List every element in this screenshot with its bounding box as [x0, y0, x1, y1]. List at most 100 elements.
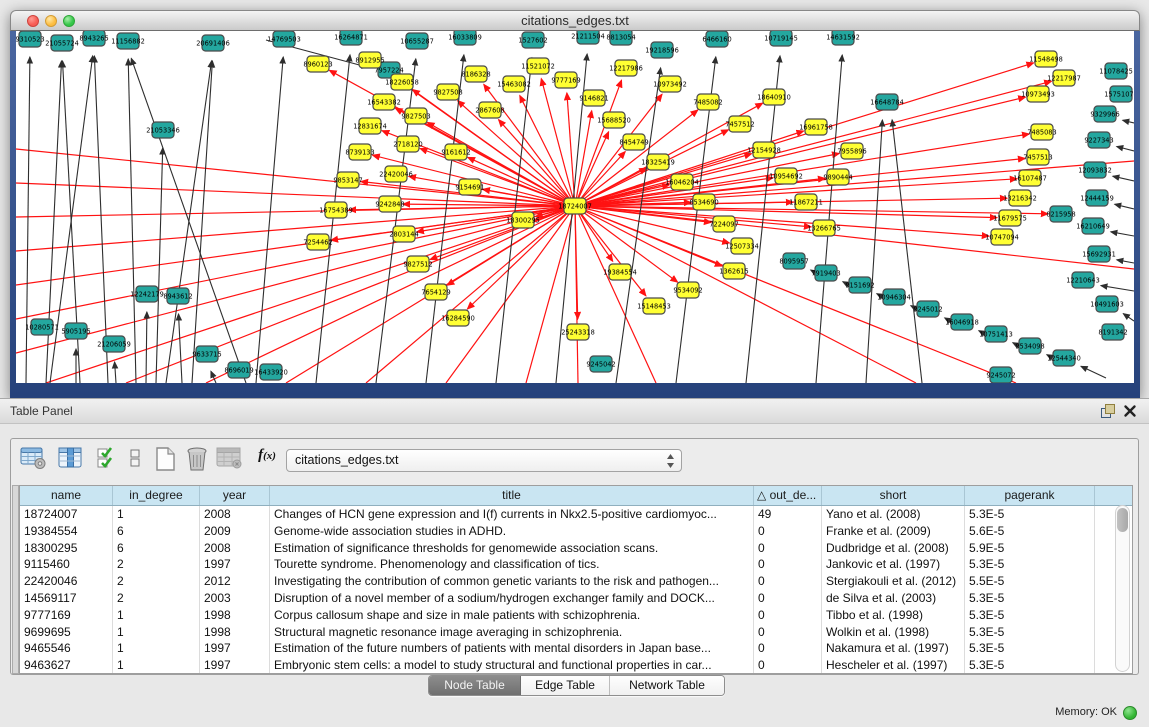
- graph-node[interactable]: 10655287: [400, 33, 434, 49]
- table-row[interactable]: 946362711997Embryonic stem cells: a mode…: [20, 657, 1132, 674]
- graph-node[interactable]: 9151692: [845, 277, 874, 293]
- graph-node[interactable]: 15692931: [1082, 246, 1116, 262]
- tab-edge-table[interactable]: Edge Table: [521, 676, 610, 695]
- graph-node[interactable]: 8813054: [606, 31, 635, 45]
- table-row[interactable]: 1830029562008Estimation of significance …: [20, 540, 1132, 557]
- graph-node[interactable]: 2718120: [393, 136, 422, 152]
- graph-node[interactable]: 21053346: [146, 122, 180, 138]
- graph-node[interactable]: 7457513: [1023, 149, 1052, 165]
- graph-node[interactable]: 8739133: [345, 144, 374, 160]
- graph-node[interactable]: 12093832: [1078, 162, 1112, 178]
- graph-node[interactable]: 8454749: [619, 134, 648, 150]
- graph-node[interactable]: 18640910: [757, 89, 791, 105]
- graph-node[interactable]: 12544340: [1047, 350, 1081, 366]
- table-select-dropdown[interactable]: citations_edges.txt: [286, 449, 682, 472]
- memory-status-icon[interactable]: [1123, 706, 1137, 720]
- graph-node[interactable]: 8960123: [303, 56, 332, 72]
- graph-node[interactable]: 15688520: [597, 112, 631, 128]
- column-header-pagerank[interactable]: pagerank: [965, 486, 1095, 505]
- graph-node[interactable]: 12444159: [1080, 190, 1114, 206]
- graph-node[interactable]: 8186328: [461, 66, 490, 82]
- table-row[interactable]: 1938455462009Genome-wide association stu…: [20, 523, 1132, 540]
- graph-node[interactable]: 9154691: [455, 179, 484, 195]
- column-icon[interactable]: [57, 446, 85, 472]
- citation-graph[interactable]: 9310523210557248943265111568822069140614…: [16, 31, 1134, 383]
- close-panel-icon[interactable]: [1123, 404, 1137, 418]
- graph-node[interactable]: 9146821: [579, 90, 608, 106]
- table-row[interactable]: 1456911722003Disruption of a novel membe…: [20, 590, 1132, 607]
- graph-node[interactable]: 9534098: [1015, 338, 1044, 354]
- table-row[interactable]: 2242004622012Investigating the contribut…: [20, 573, 1132, 590]
- graph-node[interactable]: 11867211: [789, 194, 823, 210]
- graph-node[interactable]: 14769503: [267, 31, 301, 47]
- graph-node[interactable]: 7224097: [709, 216, 738, 232]
- tab-network-table[interactable]: Network Table: [610, 676, 724, 695]
- graph-node[interactable]: 10280571: [25, 319, 59, 335]
- graph-node[interactable]: 21055724: [45, 35, 79, 51]
- graph-node[interactable]: 16284590: [441, 310, 475, 326]
- graph-node[interactable]: 9242848: [375, 196, 404, 212]
- function-icon[interactable]: f(x): [253, 446, 281, 472]
- graph-node[interactable]: 7457512: [725, 116, 754, 132]
- graph-node[interactable]: 21206059: [97, 336, 131, 352]
- graph-node[interactable]: 16961758: [799, 119, 833, 135]
- graph-node[interactable]: 10719145: [764, 31, 798, 46]
- graph-node[interactable]: 12831674: [353, 118, 387, 134]
- graph-node[interactable]: 9227343: [1084, 132, 1113, 148]
- graph-node[interactable]: 13216342: [1003, 190, 1037, 206]
- delete-icon[interactable]: [183, 446, 211, 472]
- graph-node[interactable]: 7955896: [837, 143, 866, 159]
- table-row[interactable]: 969969511998Structural magnetic resonanc…: [20, 624, 1132, 641]
- graph-node[interactable]: 25243318: [561, 324, 595, 340]
- graph-node[interactable]: 7485082: [693, 94, 722, 110]
- graph-node[interactable]: 9827508: [433, 84, 462, 100]
- close-window-icon[interactable]: [27, 15, 39, 27]
- graph-node[interactable]: 11078425: [1099, 63, 1133, 79]
- graph-node[interactable]: 8534690: [689, 194, 718, 210]
- graph-node[interactable]: 8696019: [224, 362, 253, 378]
- minimize-window-icon[interactable]: [45, 15, 57, 27]
- graph-node[interactable]: 8215958: [1046, 206, 1075, 222]
- table-scrollbar[interactable]: [1115, 505, 1130, 672]
- graph-node[interactable]: 10491603: [1090, 296, 1124, 312]
- graph-node[interactable]: 16107487: [1013, 170, 1047, 186]
- select-rows-icon[interactable]: [93, 446, 121, 472]
- graph-node[interactable]: 15463082: [497, 76, 531, 92]
- graph-node[interactable]: 12210643: [1066, 272, 1100, 288]
- graph-node[interactable]: 11521072: [521, 58, 555, 74]
- graph-node[interactable]: 2803144: [389, 226, 418, 242]
- graph-node[interactable]: 16754389: [319, 202, 353, 218]
- graph-node[interactable]: 16433920: [254, 364, 288, 380]
- graph-node[interactable]: 9534092: [673, 282, 702, 298]
- graph-node[interactable]: 12507334: [725, 238, 759, 254]
- graph-node[interactable]: 9827503: [401, 108, 430, 124]
- graph-node[interactable]: 12217986: [609, 60, 643, 76]
- graph-node[interactable]: 15751074: [1104, 86, 1134, 102]
- graph-node[interactable]: 8943612: [163, 288, 192, 304]
- graph-node[interactable]: 12217987: [1047, 70, 1081, 86]
- graph-node[interactable]: 10747094: [985, 229, 1019, 245]
- graph-node[interactable]: 8912955: [355, 52, 384, 68]
- row-height-icon[interactable]: [121, 446, 149, 472]
- graph-node[interactable]: 16033809: [448, 31, 482, 45]
- scrollbar-thumb[interactable]: [1117, 508, 1128, 532]
- column-header-short[interactable]: short: [822, 486, 965, 505]
- graph-node[interactable]: 11156882: [111, 33, 145, 49]
- graph-node[interactable]: 9310523: [16, 31, 45, 47]
- graph-node[interactable]: 15148453: [637, 298, 671, 314]
- graph-node[interactable]: 22420046: [379, 166, 413, 182]
- graph-node[interactable]: 8191342: [1098, 324, 1127, 340]
- graph-node[interactable]: 9827512: [403, 256, 432, 272]
- graph-node[interactable]: 1527602: [518, 32, 547, 48]
- column-header-out_de[interactable]: △ out_de...: [754, 486, 822, 505]
- network-canvas[interactable]: 9310523210557248943265111568822069140614…: [16, 31, 1134, 383]
- new-document-icon[interactable]: [151, 446, 179, 472]
- graph-node[interactable]: 9633715: [192, 346, 221, 362]
- table-row[interactable]: 977716911998Corpus callosum shape and si…: [20, 607, 1132, 624]
- graph-node[interactable]: 9890444: [823, 169, 852, 185]
- graph-node[interactable]: 9329966: [1090, 106, 1119, 122]
- graph-node[interactable]: 6466160: [702, 31, 731, 47]
- table-row[interactable]: 1872400712008Changes of HCN gene express…: [20, 506, 1132, 523]
- table-settings-icon[interactable]: [19, 446, 47, 472]
- graph-node[interactable]: 9245012: [913, 301, 942, 317]
